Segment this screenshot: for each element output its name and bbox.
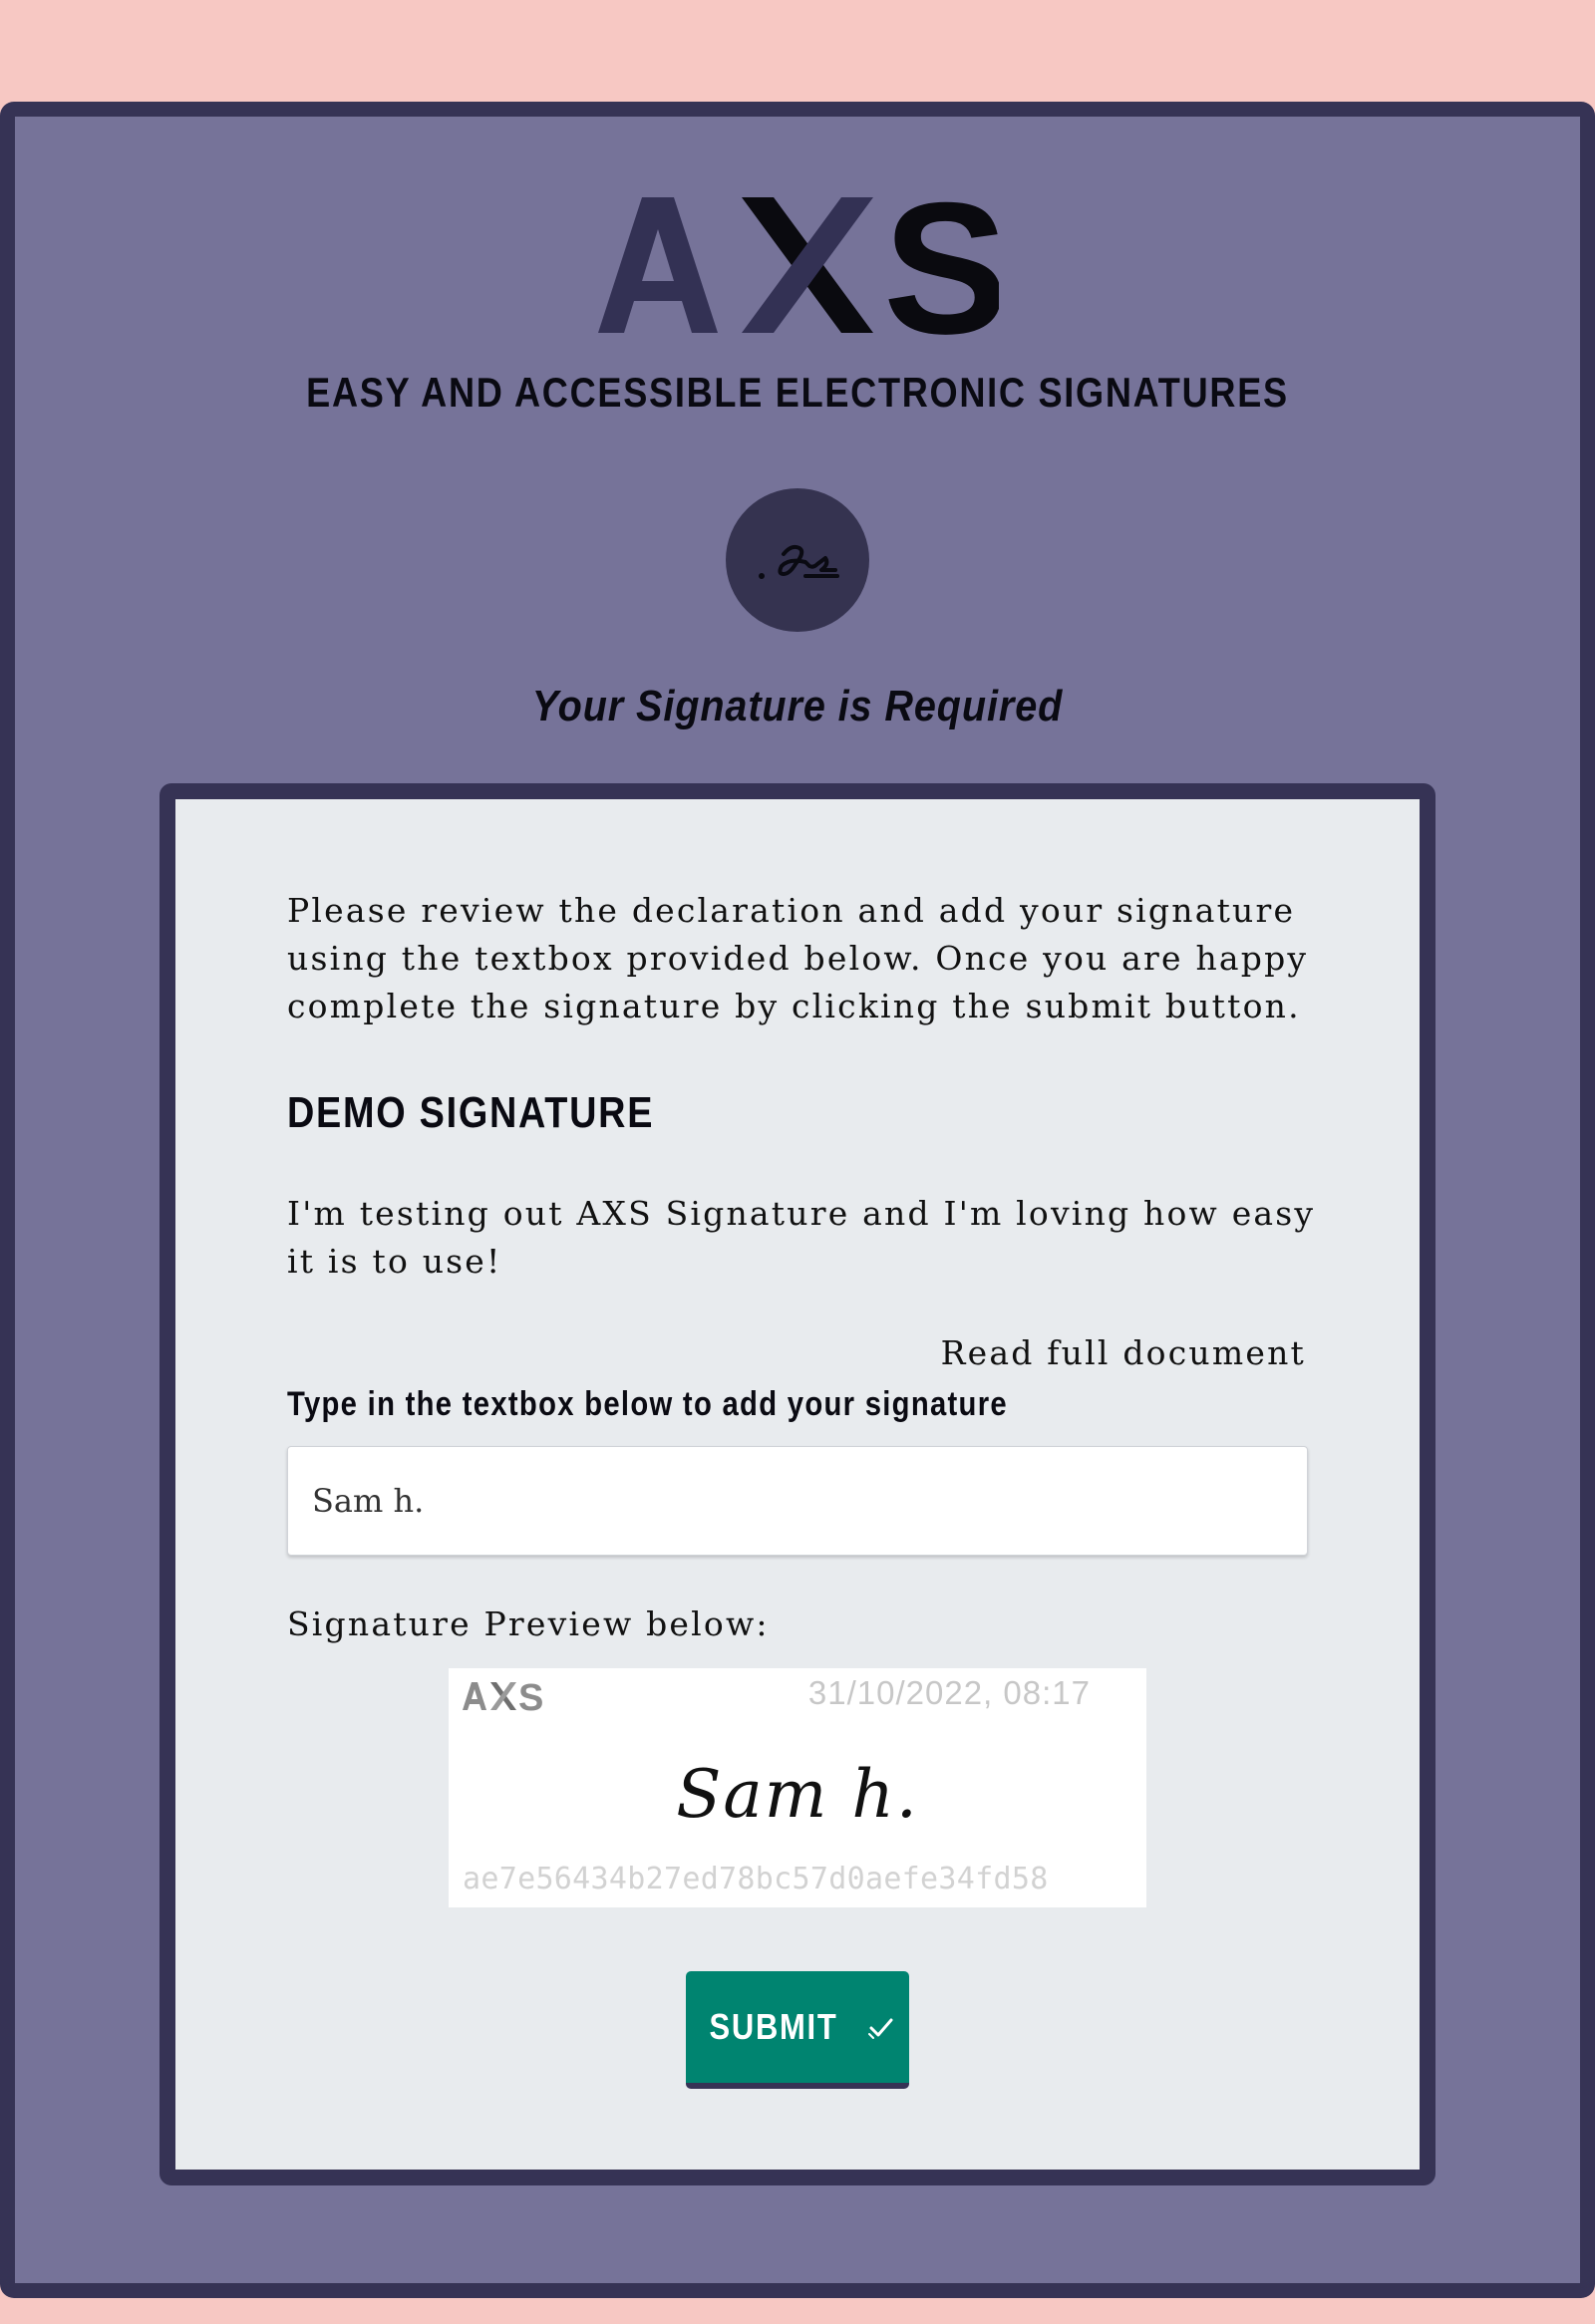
check-icon: [866, 2012, 896, 2042]
svg-text:S: S: [883, 189, 999, 339]
intro-text: Please review the declaration and add yo…: [287, 891, 1309, 1025]
signature-required-heading: Your Signature is Required: [531, 682, 1064, 730]
preview-timestamp: 31/10/2022, 08:17: [807, 1674, 1091, 1711]
document-body: I'm testing out AXS Signature and I'm lo…: [287, 1194, 1316, 1281]
submit-label: SUBMIT: [709, 2006, 838, 2047]
preview-signature: Sam h.: [676, 1756, 919, 1833]
signature-preview: S 31/10/2022, 08:17 Sam h. ae7e56434b27e…: [449, 1668, 1146, 1907]
document-title: DEMO SIGNATURE: [287, 1088, 655, 1137]
preview-axs-logo: S: [463, 1680, 543, 1712]
axs-logo: S: [598, 189, 999, 339]
read-full-document-link[interactable]: Read full document: [941, 1333, 1306, 1372]
preview-label: Signature Preview below:: [287, 1604, 770, 1643]
submit-button[interactable]: SUBMIT: [686, 1971, 909, 2089]
preview-hash: ae7e56434b27ed78bc57d0aefe34fd58: [463, 1862, 1049, 1896]
tagline: EASY AND ACCESSIBLE ELECTRONIC SIGNATURE…: [306, 369, 1289, 416]
svg-text:S: S: [518, 1680, 543, 1712]
signature-input-label: Type in the textbox below to add your si…: [287, 1385, 1008, 1423]
signature-input[interactable]: [287, 1446, 1308, 1556]
signature-icon: [726, 488, 869, 632]
